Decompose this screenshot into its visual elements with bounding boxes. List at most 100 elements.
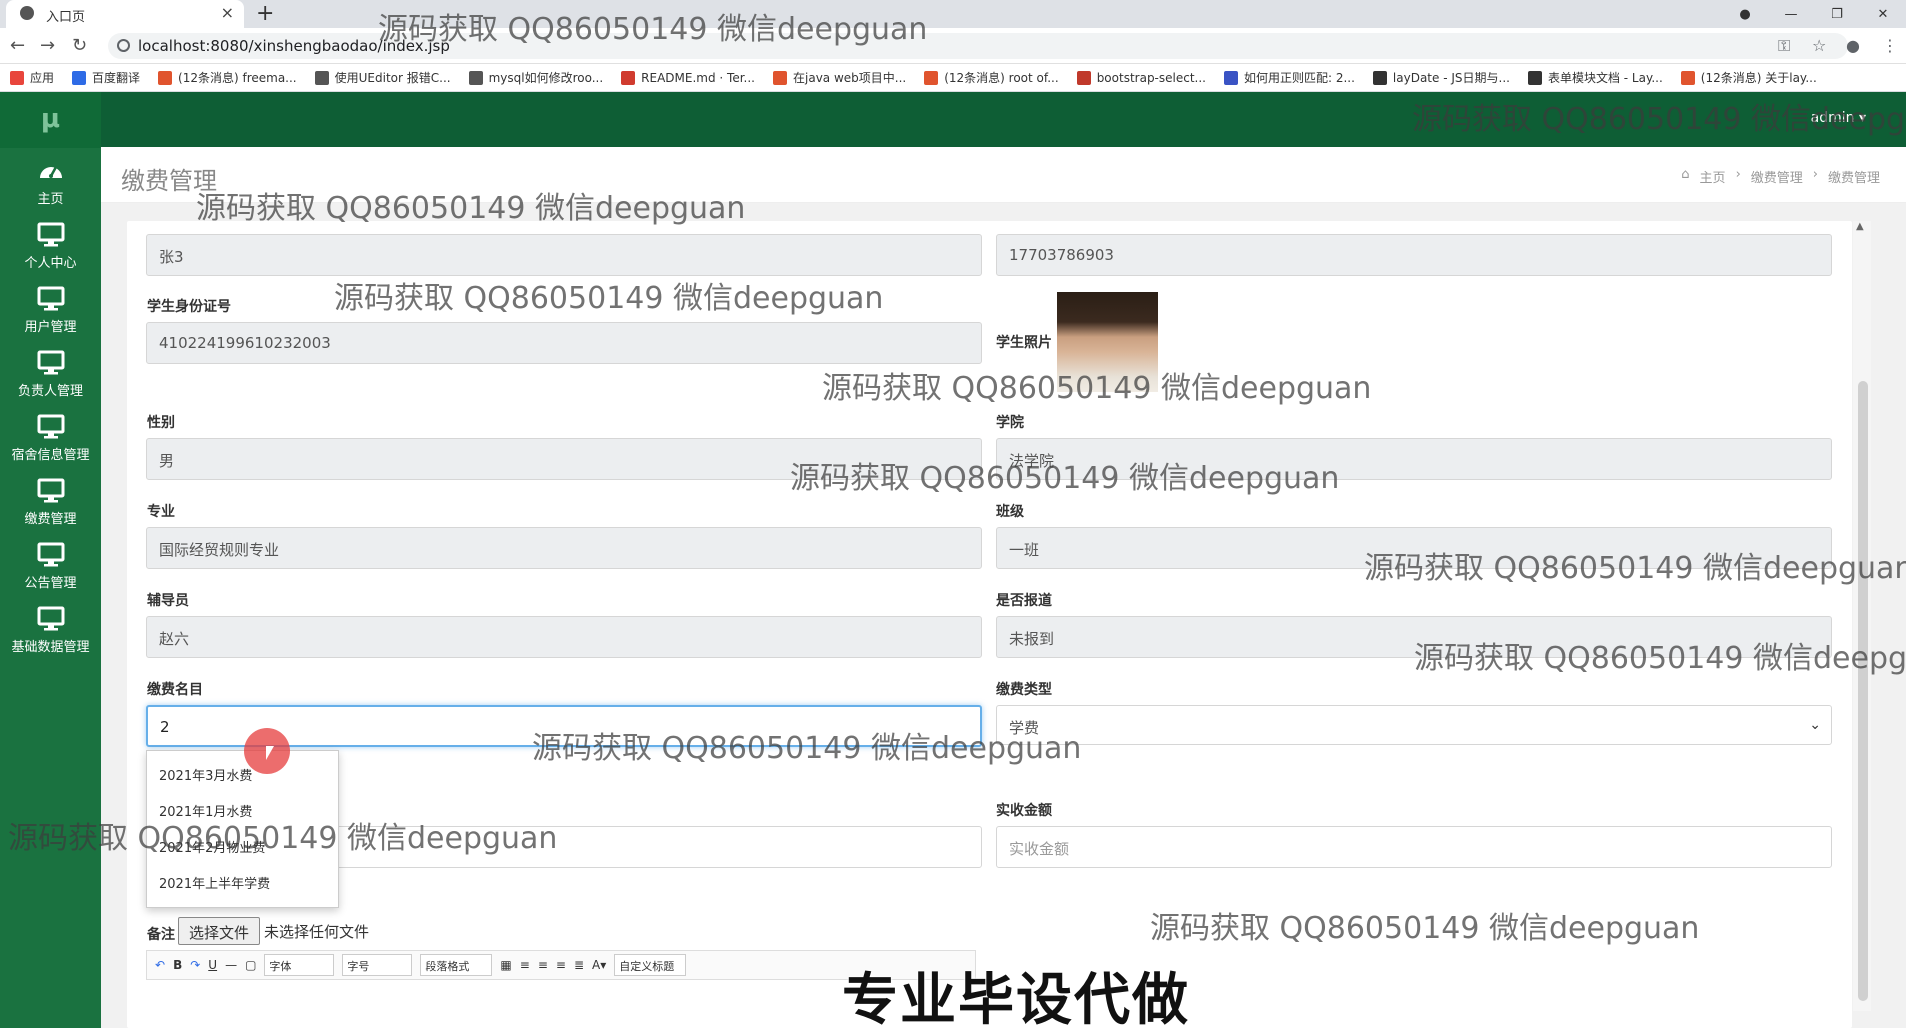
- sidebar-item-label: 公告管理: [24, 576, 77, 591]
- browser-tab[interactable]: 入口页 ×: [6, 0, 244, 28]
- bookmark-icon: [10, 70, 24, 85]
- format-clear-icon[interactable]: ▢: [245, 958, 256, 972]
- bookmark-item[interactable]: (12条消息) root of...: [924, 69, 1059, 86]
- app-logo: μ: [0, 92, 101, 148]
- undo-icon[interactable]: ↶: [155, 958, 165, 972]
- bookmark-item[interactable]: 百度翻译: [72, 69, 140, 86]
- browser-menu-icon[interactable]: ⋮: [1882, 36, 1898, 55]
- idcard-field[interactable]: 410224199610232003: [146, 322, 982, 364]
- promo-banner: 专业毕设代做: [842, 968, 1190, 1033]
- bookmark-label: 表单模块文档 - Lay...: [1547, 71, 1663, 85]
- received-amount-input[interactable]: 实收金额: [996, 826, 1832, 868]
- bookmark-label: layDate - JS日期与...: [1392, 71, 1510, 85]
- breadcrumb-item-home[interactable]: 主页: [1700, 167, 1726, 186]
- align-left-icon[interactable]: ≡: [520, 958, 530, 972]
- profile-menu-icon[interactable]: ●: [1722, 7, 1768, 22]
- scrollbar-thumb[interactable]: [1858, 381, 1868, 1001]
- bookmark-item[interactable]: (12条消息) 关于lay...: [1680, 69, 1817, 86]
- bookmarks-bar: 应用 百度翻译 (12条消息) freema... 使用UEditor 报错C... m…: [0, 64, 1906, 92]
- bookmark-item[interactable]: README.md · Ter...: [621, 70, 755, 85]
- bookmark-item[interactable]: 表单模块文档 - Lay...: [1527, 69, 1663, 86]
- underline-button[interactable]: U: [208, 958, 217, 972]
- horizontal-rule-icon[interactable]: —: [225, 958, 237, 972]
- major-field[interactable]: 国际经贸规则专业: [146, 527, 982, 569]
- custom-title-select[interactable]: 自定义标题: [614, 954, 687, 976]
- site-info-icon[interactable]: [117, 39, 130, 52]
- bookmark-label: 百度翻译: [92, 71, 141, 85]
- gender-field[interactable]: 男: [146, 438, 982, 480]
- bookmark-item[interactable]: mysql如何修改roo...: [468, 69, 603, 86]
- autocomplete-option[interactable]: 2021年1月水费: [159, 801, 252, 820]
- new-tab-button[interactable]: +: [256, 1, 274, 26]
- sidebar-item-label: 主页: [37, 192, 64, 207]
- account-icon[interactable]: ●: [1846, 36, 1860, 55]
- justify-icon[interactable]: ≣: [574, 958, 584, 972]
- reload-button[interactable]: ↻: [72, 35, 87, 56]
- phone-field[interactable]: 17703786903: [996, 234, 1832, 276]
- bookmark-item[interactable]: (12条消息) freema...: [158, 69, 297, 86]
- monitor-icon: [37, 542, 64, 567]
- chevron-down-icon: ⌄: [1809, 717, 1821, 733]
- breadcrumb: ⌂ 主页 › 缴费管理 › 缴费管理: [1681, 167, 1880, 186]
- sidebar-item-label: 基础数据管理: [11, 640, 90, 655]
- user-menu-button[interactable]: admin ▾: [1811, 110, 1866, 126]
- autocomplete-option[interactable]: 2021年2月物业费: [159, 837, 265, 856]
- fee-type-select[interactable]: 学费 ⌄: [996, 705, 1832, 745]
- bookmark-icon: [72, 70, 87, 85]
- counselor-field[interactable]: 赵六: [146, 616, 982, 658]
- breadcrumb-item-fee[interactable]: 缴费管理: [1751, 167, 1803, 186]
- minimize-button[interactable]: —: [1768, 7, 1814, 22]
- paragraph-select[interactable]: 段落格式: [420, 954, 493, 976]
- bookmark-icon: [621, 70, 636, 85]
- restore-button[interactable]: ❐: [1814, 7, 1860, 22]
- bookmark-item[interactable]: 应用: [10, 69, 54, 86]
- autocomplete-option[interactable]: 2021年3月水费: [159, 765, 252, 784]
- bookmark-item[interactable]: bootstrap-select...: [1076, 70, 1206, 85]
- bookmark-item[interactable]: 如何用正则匹配: 2...: [1223, 69, 1355, 86]
- forward-button[interactable]: →: [40, 35, 55, 56]
- url-text: localhost:8080/xinshengbaodao/index.jsp: [138, 37, 450, 55]
- url-field[interactable]: localhost:8080/xinshengbaodao/index.jsp: [108, 33, 1848, 59]
- tab-title: 入口页: [46, 10, 86, 25]
- class-label: 班级: [996, 504, 1024, 520]
- align-right-icon[interactable]: ≡: [556, 958, 566, 972]
- reported-field[interactable]: 未报到: [996, 616, 1832, 658]
- choose-file-button[interactable]: 选择文件: [178, 917, 260, 945]
- bookmark-icon: [314, 70, 329, 85]
- table-icon[interactable]: ▦: [500, 958, 511, 972]
- bookmark-icon: [158, 70, 173, 85]
- class-field[interactable]: 一班: [996, 527, 1832, 569]
- scroll-up-arrow[interactable]: ▲: [1856, 221, 1864, 232]
- bookmark-item[interactable]: 使用UEditor 报错C...: [314, 69, 451, 86]
- college-field[interactable]: 法学院: [996, 438, 1832, 480]
- redo-icon[interactable]: ↷: [190, 958, 200, 972]
- fee-type-selected: 学费: [1009, 719, 1040, 737]
- student-name-field[interactable]: 张3: [146, 234, 982, 276]
- close-tab-icon[interactable]: ×: [221, 3, 234, 22]
- bookmark-item[interactable]: layDate - JS日期与...: [1372, 69, 1510, 86]
- bookmark-star-icon[interactable]: ☆: [1812, 36, 1826, 55]
- counselor-label: 辅导员: [147, 593, 189, 609]
- font-size-select[interactable]: 字号: [342, 954, 413, 976]
- autocomplete-option[interactable]: 2021年上半年学费: [159, 873, 270, 892]
- key-icon[interactable]: ⚿: [1778, 36, 1790, 56]
- bookmark-label: 应用: [30, 71, 55, 85]
- breadcrumb-separator: ›: [1735, 167, 1741, 182]
- monitor-icon: [37, 414, 64, 439]
- sidebar-item[interactable]: 基础数据管理: [0, 596, 101, 673]
- font-color-icon[interactable]: A▾: [592, 958, 606, 972]
- bookmark-icon: [1680, 70, 1695, 85]
- back-button[interactable]: ←: [10, 35, 25, 56]
- bookmark-icon: [1372, 70, 1387, 85]
- font-family-select[interactable]: 字体: [264, 954, 335, 976]
- panel-scrollbar[interactable]: ▲: [1853, 221, 1871, 1011]
- close-window-button[interactable]: ✕: [1860, 7, 1906, 22]
- bookmark-label: README.md · Ter...: [641, 70, 755, 85]
- sidebar-item-label: 个人中心: [24, 256, 77, 271]
- align-center-icon[interactable]: ≡: [538, 958, 548, 972]
- monitor-icon: [37, 222, 64, 247]
- bold-button[interactable]: B: [173, 958, 182, 972]
- browser-tab-bar: 入口页 × + ● — ❐ ✕: [0, 0, 1906, 28]
- address-bar-row: ← → ↻ localhost:8080/xinshengbaodao/inde…: [0, 28, 1906, 64]
- bookmark-item[interactable]: 在java web项目中...: [773, 69, 906, 86]
